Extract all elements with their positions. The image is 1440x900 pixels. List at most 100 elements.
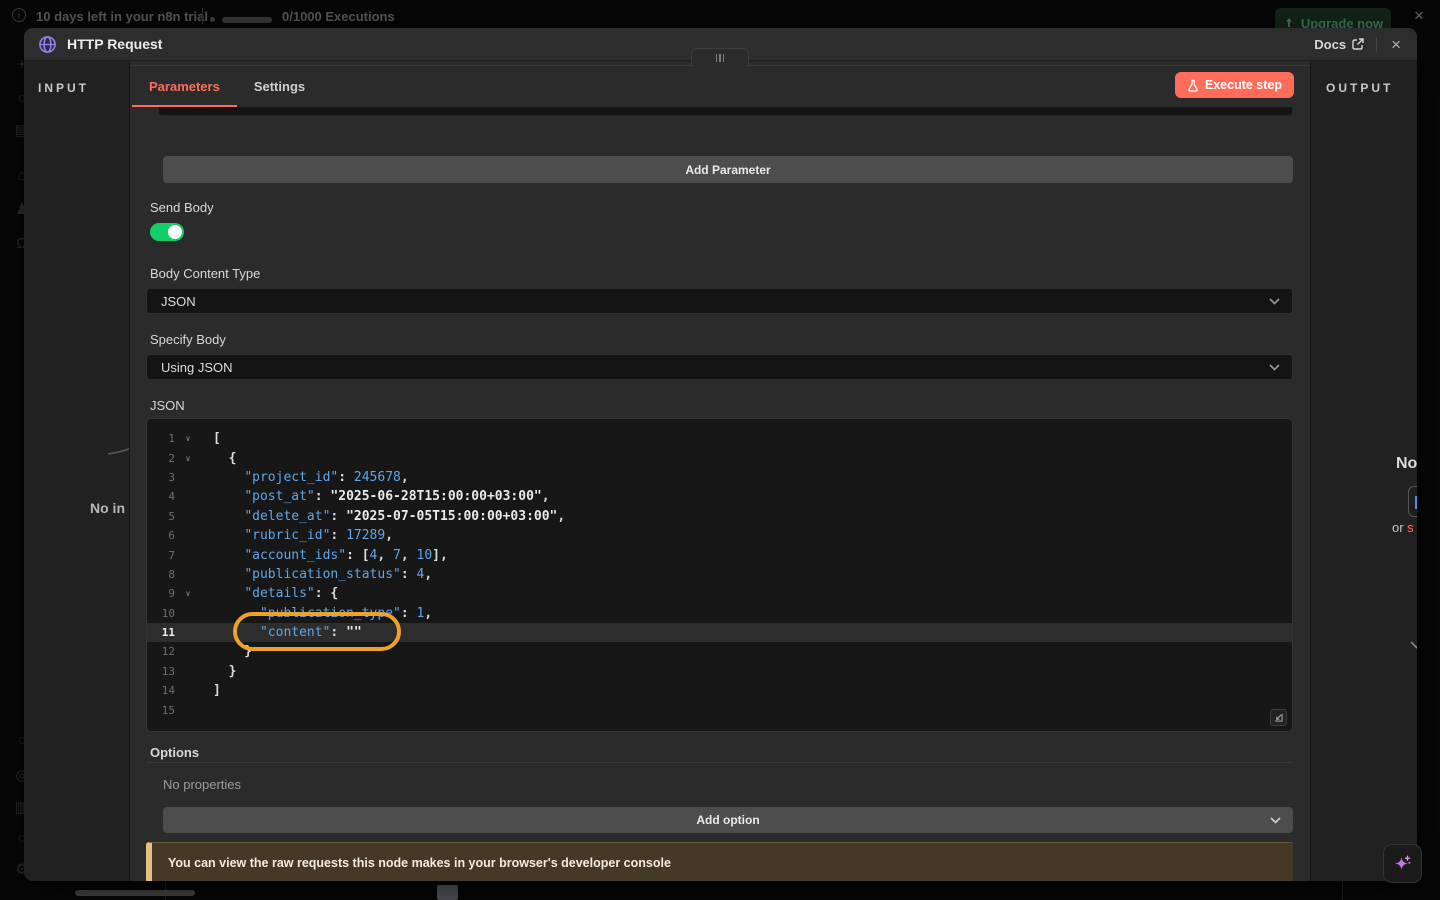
- status-dot: [210, 17, 215, 22]
- input-empty-text: No in: [90, 500, 125, 516]
- tab-settings[interactable]: Settings: [237, 66, 322, 107]
- close-icon[interactable]: ×: [1389, 37, 1403, 52]
- body-content-type-select[interactable]: JSON: [146, 288, 1293, 314]
- fold-chevron-icon[interactable]: ∨: [175, 434, 201, 443]
- code-line[interactable]: 13 }: [147, 662, 1292, 681]
- line-number: 12: [147, 645, 175, 658]
- line-number: 2: [147, 452, 175, 465]
- code-line[interactable]: 2∨ {: [147, 448, 1292, 467]
- code-text: "details": {: [201, 586, 338, 601]
- output-panel: OUTPUT No or s: [1310, 61, 1417, 881]
- docs-link[interactable]: Docs: [1314, 37, 1364, 52]
- line-number: 8: [147, 568, 175, 581]
- set-mock-data-link[interactable]: s: [1407, 520, 1414, 535]
- background-scrollbar[interactable]: [75, 890, 195, 896]
- parameters-panel: Parameters Settings Execute step Add Par…: [130, 61, 1310, 881]
- code-text: }: [201, 664, 236, 679]
- chevron-down-icon: [1270, 817, 1281, 824]
- json-field-label: JSON: [150, 398, 185, 413]
- panel-drag-handle[interactable]: [691, 48, 749, 66]
- code-text: }: [201, 644, 252, 659]
- line-number: 1: [147, 432, 175, 445]
- external-link-icon: [1352, 38, 1364, 50]
- tab-parameters[interactable]: Parameters: [132, 66, 237, 107]
- code-line[interactable]: 6 "rubric_id": 17289,: [147, 526, 1292, 545]
- line-number: 6: [147, 529, 175, 542]
- parameter-value-field-clipped[interactable]: [158, 107, 1293, 116]
- code-text: "publication_type": 1,: [201, 606, 432, 621]
- background-canvas-node: [437, 885, 458, 900]
- connector-line: [24, 61, 130, 881]
- line-number: 13: [147, 665, 175, 678]
- code-line[interactable]: 5 "delete_at": "2025-07-05T15:00:00+03:0…: [147, 507, 1292, 526]
- chevron-down-icon: [1269, 364, 1280, 371]
- line-number: 3: [147, 471, 175, 484]
- code-line[interactable]: 9∨ "details": {: [147, 584, 1292, 603]
- no-properties-text: No properties: [163, 777, 241, 792]
- code-text: "post_at": "2025-06-28T15:00:00+03:00",: [201, 489, 550, 504]
- code-line[interactable]: 15: [147, 700, 1292, 719]
- execute-step-button[interactable]: Execute step: [1175, 72, 1294, 98]
- code-line[interactable]: 12 }: [147, 642, 1292, 661]
- code-text: "project_id": 245678,: [201, 470, 409, 485]
- flask-icon: [1187, 79, 1199, 92]
- tab-bar: Parameters Settings: [130, 66, 1310, 107]
- code-text: "delete_at": "2025-07-05T15:00:00+03:00"…: [201, 509, 565, 524]
- code-text: {: [201, 451, 236, 466]
- input-panel: INPUT No in: [24, 61, 130, 881]
- line-number: 4: [147, 490, 175, 503]
- header-divider: [1376, 37, 1377, 52]
- line-number: 10: [147, 607, 175, 620]
- globe-icon: [38, 35, 57, 54]
- add-option-button[interactable]: Add option: [163, 807, 1293, 833]
- executions-progressbar: [222, 17, 272, 23]
- json-code-editor[interactable]: 1∨[2∨ {3 "project_id": 245678,4 "post_at…: [146, 418, 1293, 732]
- mock-data-hint: or s: [1392, 520, 1414, 535]
- code-line[interactable]: 11 "content": "": [147, 623, 1292, 642]
- code-line[interactable]: 7 "account_ids": [4, 7, 10],: [147, 545, 1292, 564]
- output-execute-button-clipped[interactable]: [1408, 486, 1417, 517]
- code-text: [: [201, 431, 221, 446]
- expand-icon: [1274, 713, 1283, 722]
- code-line[interactable]: 8 "publication_status": 4,: [147, 565, 1292, 584]
- line-number: 14: [147, 684, 175, 697]
- code-text: "rubric_id": 17289,: [201, 528, 393, 543]
- expand-editor-button[interactable]: [1270, 709, 1287, 726]
- add-parameter-button[interactable]: Add Parameter: [163, 156, 1293, 183]
- send-body-toggle[interactable]: [150, 223, 184, 241]
- executions-count: 0/1000 Executions: [282, 9, 395, 24]
- chevron-down-icon: [1269, 298, 1280, 305]
- chevron-down-icon[interactable]: [1410, 636, 1417, 654]
- code-text: ]: [201, 683, 221, 698]
- sparkle-icon: [1391, 852, 1415, 876]
- specify-body-select[interactable]: Using JSON: [146, 354, 1293, 380]
- line-number: 11: [147, 626, 175, 639]
- background-close-icon[interactable]: ×: [1414, 7, 1424, 24]
- info-icon: i: [12, 8, 26, 22]
- topbar-divider: [202, 8, 203, 24]
- body-content-type-label: Body Content Type: [150, 266, 260, 281]
- code-line[interactable]: 14]: [147, 681, 1292, 700]
- line-number: 15: [147, 704, 175, 717]
- fold-chevron-icon[interactable]: ∨: [175, 589, 201, 598]
- code-line[interactable]: 10 "publication_type": 1,: [147, 604, 1292, 623]
- code-line[interactable]: 1∨[: [147, 429, 1292, 448]
- code-text: "account_ids": [4, 7, 10],: [201, 548, 448, 563]
- line-number: 5: [147, 510, 175, 523]
- specify-body-label: Specify Body: [150, 332, 226, 347]
- raw-requests-notice: You can view the raw requests this node …: [146, 842, 1293, 881]
- options-divider: [146, 762, 1293, 763]
- code-text: "publication_status": 4,: [201, 567, 432, 582]
- http-request-node-modal: HTTP Request Docs × INPUT No in Paramete…: [24, 28, 1417, 881]
- options-label: Options: [150, 745, 199, 760]
- output-panel-label: OUTPUT: [1326, 81, 1393, 95]
- node-title: HTTP Request: [67, 36, 162, 52]
- fold-chevron-icon[interactable]: ∨: [175, 454, 201, 463]
- ai-assistant-button[interactable]: [1383, 844, 1422, 883]
- code-line[interactable]: 3 "project_id": 245678,: [147, 468, 1292, 487]
- send-body-label: Send Body: [150, 200, 214, 215]
- trial-countdown: 10 days left in your n8n trial: [36, 9, 208, 24]
- output-empty-text: No: [1396, 455, 1417, 473]
- code-line[interactable]: 4 "post_at": "2025-06-28T15:00:00+03:00"…: [147, 487, 1292, 506]
- code-text: "content": "": [201, 625, 362, 640]
